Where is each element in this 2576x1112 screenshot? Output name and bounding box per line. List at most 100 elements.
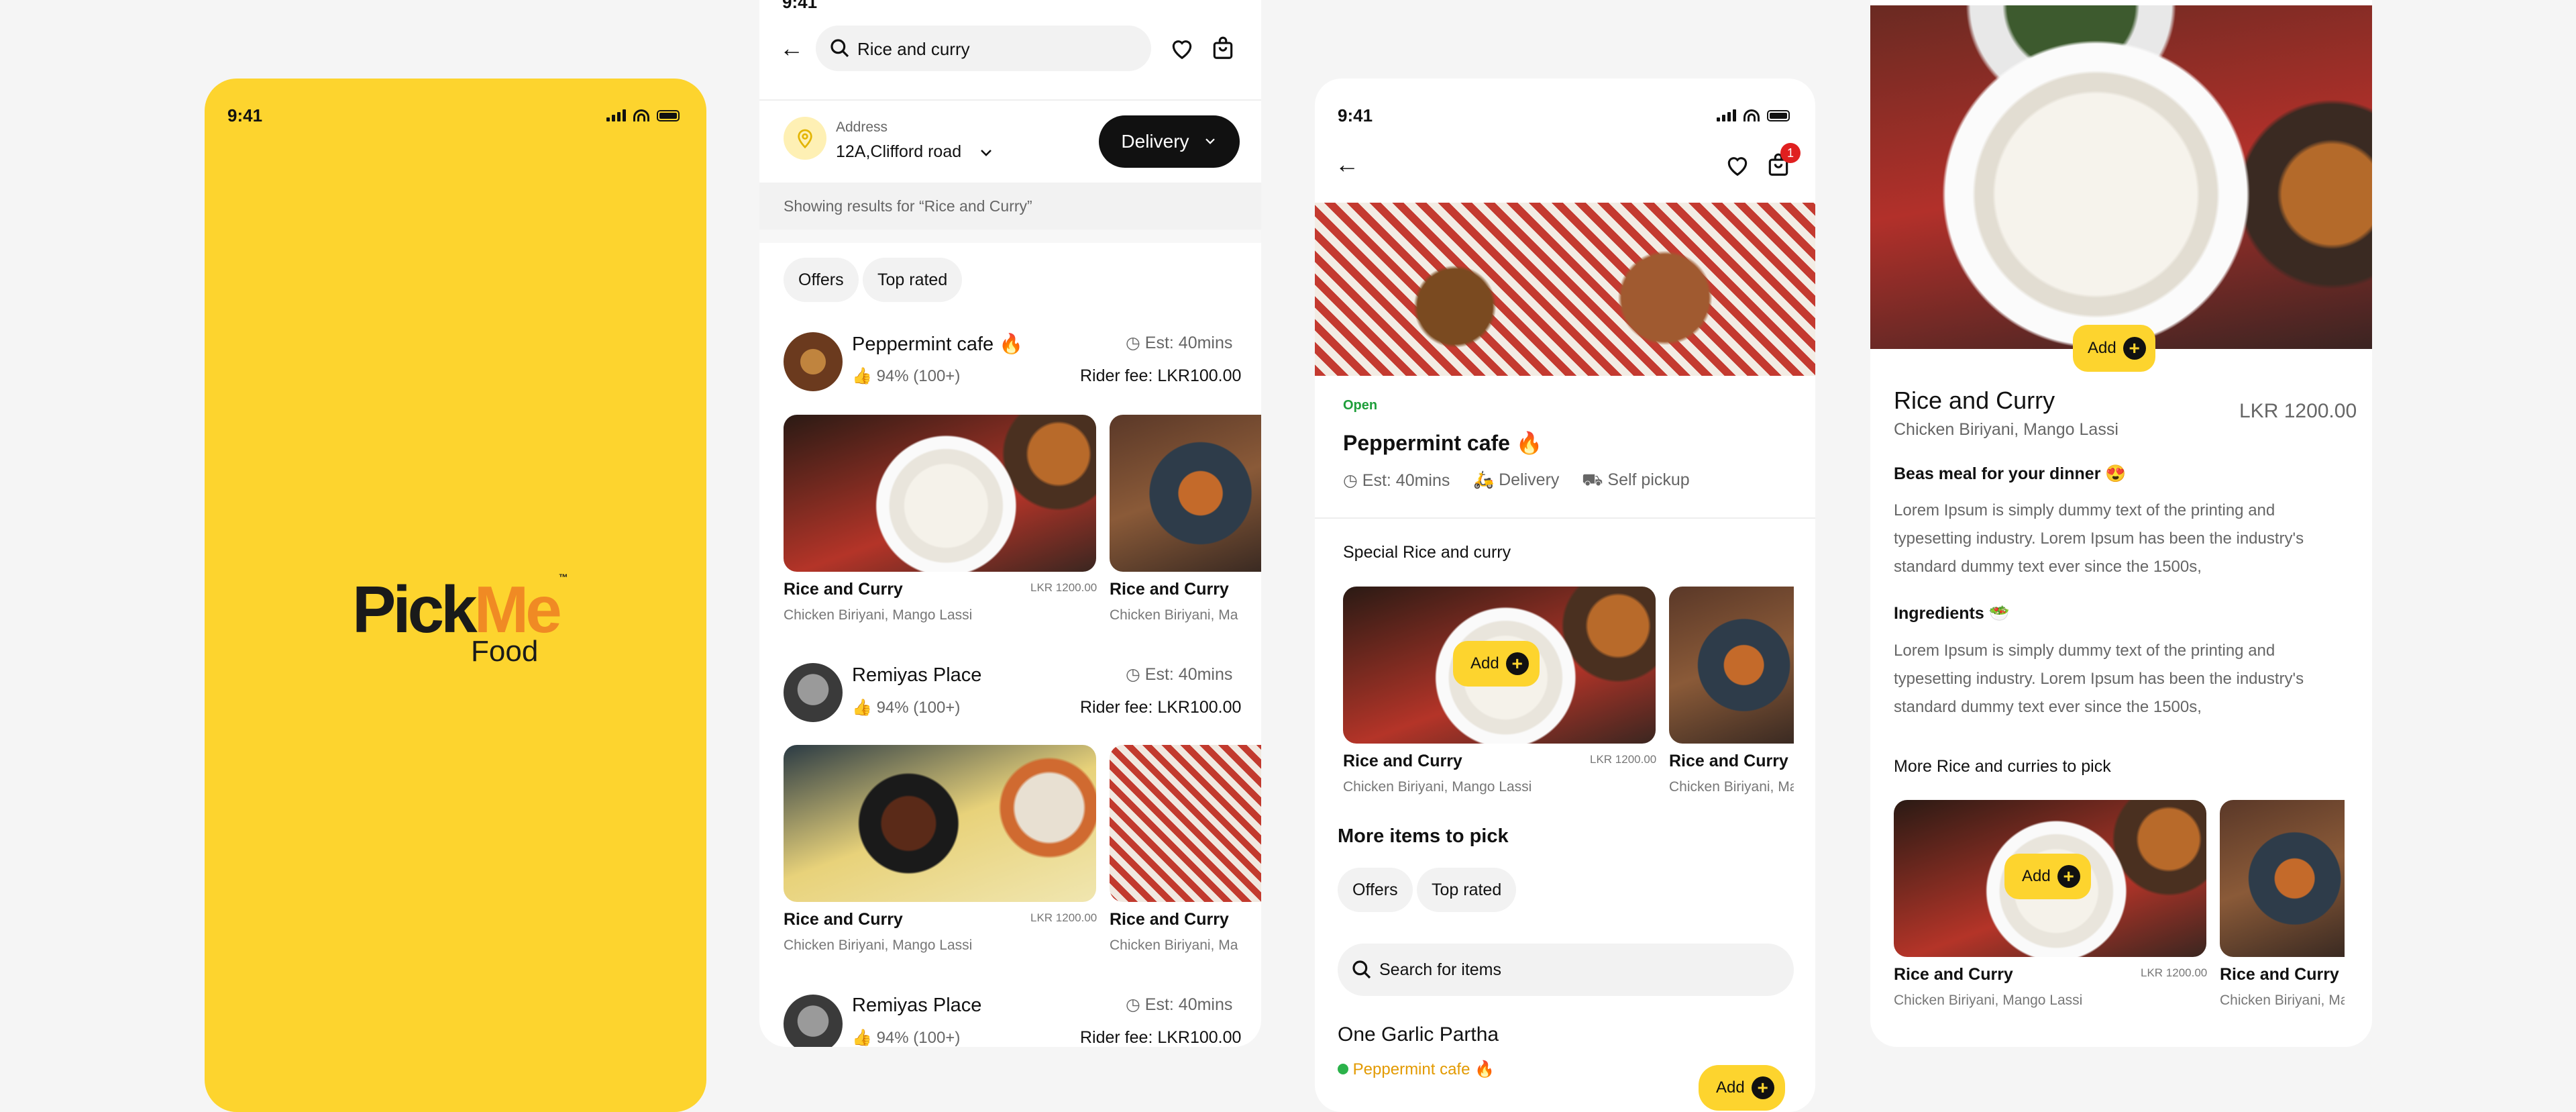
item-restaurant: Peppermint cafe 🔥 xyxy=(1338,1060,1495,1079)
delivery-option[interactable]: 🛵 Delivery xyxy=(1473,470,1559,490)
food-image[interactable] xyxy=(784,745,1096,902)
wifi-icon xyxy=(633,108,650,121)
item-name: Rice and Curry xyxy=(2220,965,2339,984)
splash-screen: 9:41 PickMe™ Food xyxy=(205,79,706,1112)
est-time: ◷ Est: 40mins xyxy=(1343,471,1450,490)
restaurant-avatar xyxy=(784,332,843,391)
search-icon xyxy=(830,39,849,58)
item-description: Chicken Biriyani, Ma xyxy=(1110,607,1238,623)
pickup-icon: ⛟ xyxy=(1582,470,1603,489)
bag-icon[interactable] xyxy=(1210,36,1236,61)
food-image[interactable] xyxy=(1669,587,1794,744)
add-button[interactable]: Add + xyxy=(2004,854,2091,899)
battery-icon xyxy=(1767,110,1790,121)
plus-icon: + xyxy=(2057,865,2080,888)
restaurant-avatar xyxy=(784,995,843,1047)
clock-icon: ◷ xyxy=(1343,471,1358,490)
signal-icon xyxy=(1717,108,1736,121)
item-price: LKR 1200.00 xyxy=(1030,581,1097,594)
restaurant-rating: 👍 94% (100+) xyxy=(852,1029,961,1047)
chevron-down-icon[interactable] xyxy=(977,145,996,161)
restaurant-avatar xyxy=(784,663,843,722)
clock-icon: ◷ xyxy=(1126,334,1140,352)
location-pin-icon xyxy=(784,117,826,160)
restaurant-name: Peppermint cafe 🔥 xyxy=(1343,431,1543,455)
filter-chip-top-rated[interactable]: Top rated xyxy=(1417,868,1517,912)
item-title: Rice and Curry xyxy=(1894,387,2055,414)
chevron-down-icon xyxy=(1205,138,1215,144)
fire-icon: 🔥 xyxy=(1474,1060,1495,1078)
item-name: Rice and Curry xyxy=(1110,910,1229,929)
divider xyxy=(759,230,1261,243)
filter-chip-offers[interactable]: Offers xyxy=(1338,868,1413,912)
status-icons xyxy=(1717,108,1790,121)
search-input[interactable]: Rice and curry xyxy=(816,26,1151,71)
item-description: Chicken Biriyani, Mango Lassi xyxy=(784,607,973,623)
food-image[interactable] xyxy=(1110,745,1261,902)
search-input[interactable]: Search for items xyxy=(1338,944,1794,996)
food-image[interactable] xyxy=(2220,800,2345,957)
food-image[interactable] xyxy=(1110,415,1261,572)
battery-icon xyxy=(657,110,680,121)
search-icon xyxy=(1352,960,1371,979)
status-dot-icon xyxy=(1338,1064,1348,1074)
food-image[interactable] xyxy=(784,415,1096,572)
back-arrow-icon[interactable]: ← xyxy=(1332,150,1362,179)
item-hero-image xyxy=(1870,5,2372,349)
section-title: Special Rice and curry xyxy=(1343,543,1511,562)
status-time: 9:41 xyxy=(782,0,818,12)
add-button[interactable]: Add + xyxy=(1699,1065,1785,1111)
restaurant-name[interactable]: Remiyas Place xyxy=(852,664,981,687)
results-banner: Showing results for “Rice and Curry” xyxy=(759,183,1261,230)
plus-icon: + xyxy=(1505,652,1529,675)
section-title: More items to pick xyxy=(1338,825,1509,847)
fire-icon: 🔥 xyxy=(999,334,1024,355)
search-results-screen: 9:41 ← Rice and curry Address 12A,Cliffo… xyxy=(759,0,1261,1047)
open-status: Open xyxy=(1343,398,1378,413)
divider xyxy=(1315,517,1815,519)
pickup-option[interactable]: ⛟ Self pickup xyxy=(1582,470,1690,491)
est-time: ◷ Est: 40mins xyxy=(1126,334,1233,352)
heart-icon[interactable] xyxy=(1169,36,1195,61)
item-price: LKR 1200.00 xyxy=(2239,400,2357,422)
item-name: Rice and Curry xyxy=(784,580,903,599)
wifi-icon xyxy=(1743,108,1760,121)
back-arrow-icon[interactable]: ← xyxy=(777,34,806,63)
est-time: ◷ Est: 40mins xyxy=(1126,995,1233,1014)
item-name: Rice and Curry xyxy=(1894,965,2013,984)
item-name: One Garlic Partha xyxy=(1338,1023,1499,1046)
item-name: Rice and Curry xyxy=(1343,752,1462,770)
restaurant-name[interactable]: Peppermint cafe 🔥 xyxy=(852,333,1023,356)
cart-badge: 1 xyxy=(1780,143,1801,163)
item-description: Chicken Biriyani, Mango Lassi xyxy=(1894,420,2118,439)
item-description: Chicken Biriyani, Ma xyxy=(2220,993,2345,1008)
rider-fee: Rider fee: LKR100.00 xyxy=(1080,1028,1242,1047)
clock-icon: ◷ xyxy=(1126,995,1140,1014)
section-title: More Rice and curries to pick xyxy=(1894,757,2111,776)
address-value[interactable]: 12A,Clifford road xyxy=(836,142,961,162)
add-button[interactable]: Add + xyxy=(2073,325,2155,372)
plus-icon: + xyxy=(2123,337,2146,360)
status-time: 9:41 xyxy=(227,105,263,125)
thumbs-up-icon: 👍 xyxy=(852,699,872,717)
signal-icon xyxy=(606,108,626,121)
add-button[interactable]: Add + xyxy=(1453,641,1540,687)
filter-chip-top-rated[interactable]: Top rated xyxy=(863,258,963,302)
section-title: Ingredients 🥗 xyxy=(1894,604,2010,623)
item-name: Rice and Curry xyxy=(1669,752,1788,770)
est-time: ◷ Est: 40mins xyxy=(1126,665,1233,684)
heart-icon[interactable] xyxy=(1724,152,1751,178)
meal-description: Lorem Ipsum is simply dummy text of the … xyxy=(1894,501,2304,576)
divider xyxy=(759,99,1261,101)
restaurant-rating: 👍 94% (100+) xyxy=(852,699,961,717)
filter-chip-offers[interactable]: Offers xyxy=(784,258,859,302)
restaurant-rating: 👍 94% (100+) xyxy=(852,367,961,385)
item-description: Chicken Biriyani, Ma xyxy=(1110,938,1238,953)
restaurant-name[interactable]: Remiyas Place xyxy=(852,995,981,1017)
delivery-dropdown[interactable]: Delivery xyxy=(1099,115,1240,168)
bike-icon: 🛵 xyxy=(1473,470,1495,489)
clock-icon: ◷ xyxy=(1126,665,1140,684)
item-description: Chicken Biriyani, Mango Lassi xyxy=(1894,993,2083,1008)
item-price: LKR 1200.00 xyxy=(1030,911,1097,924)
item-description: Chicken Biriyani, Ma xyxy=(1669,779,1794,795)
